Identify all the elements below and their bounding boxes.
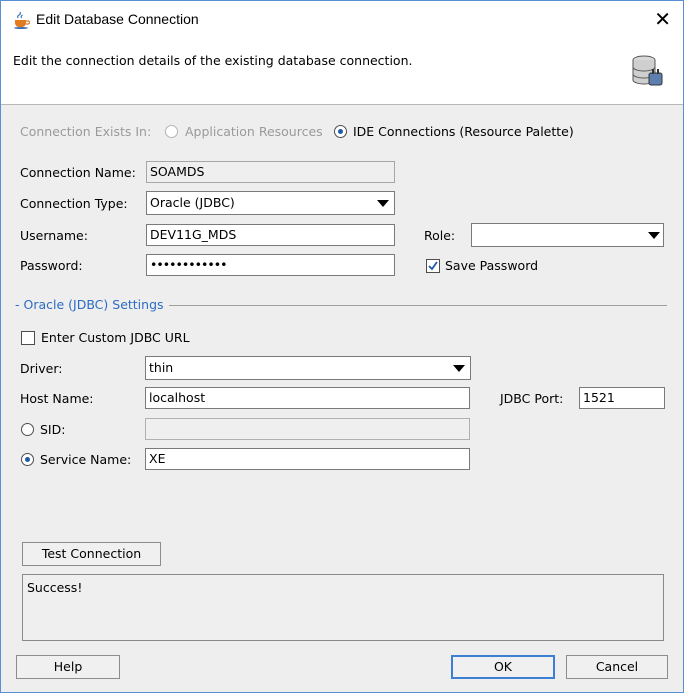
role-label: Role: (424, 228, 456, 243)
edit-database-connection-dialog: Edit Database Connection ✕ Edit the conn… (0, 0, 684, 693)
chevron-down-icon (453, 365, 465, 372)
connection-name-field[interactable]: SOAMDS (146, 161, 395, 183)
title-bar: Edit Database Connection ✕ (1, 1, 683, 39)
ok-button[interactable]: OK (451, 655, 555, 679)
window-title: Edit Database Connection (36, 11, 199, 27)
host-name-field[interactable]: localhost (145, 387, 470, 409)
section-divider (169, 305, 667, 306)
ide-connections-radio[interactable] (334, 125, 347, 138)
checkmark-icon (428, 261, 438, 271)
save-password-checkbox[interactable] (426, 259, 440, 273)
save-password-label: Save Password (445, 258, 539, 273)
sid-radio[interactable] (21, 423, 34, 436)
custom-jdbc-url-label: Enter Custom JDBC URL (41, 330, 190, 345)
test-connection-button[interactable]: Test Connection (22, 542, 161, 566)
jdbc-port-label: JDBC Port: (500, 391, 564, 406)
sid-field[interactable] (145, 418, 470, 440)
close-icon[interactable]: ✕ (654, 9, 671, 29)
role-select[interactable] (471, 223, 664, 247)
custom-jdbc-url-checkbox[interactable] (21, 331, 35, 345)
driver-value: thin (149, 360, 174, 375)
password-field[interactable]: •••••••••••• (146, 254, 395, 276)
application-resources-label: Application Resources (185, 124, 323, 139)
sid-label: SID: (40, 422, 66, 437)
service-name-radio[interactable] (21, 453, 34, 466)
jdbc-settings-section-label: - Oracle (JDBC) Settings (15, 297, 164, 312)
database-connection-icon (629, 53, 665, 92)
connection-exists-in-label: Connection Exists In: (20, 124, 152, 139)
help-button[interactable]: Help (16, 655, 120, 679)
header-description: Edit the connection details of the exist… (13, 53, 413, 68)
connection-type-value: Oracle (JDBC) (150, 195, 235, 210)
username-label: Username: (20, 228, 88, 243)
connection-type-select[interactable]: Oracle (JDBC) (146, 191, 395, 215)
chevron-down-icon (648, 232, 660, 239)
cancel-button[interactable]: Cancel (566, 655, 668, 679)
jdbc-port-field[interactable]: 1521 (579, 387, 665, 409)
password-label: Password: (20, 258, 83, 273)
ide-connections-label: IDE Connections (Resource Palette) (353, 124, 574, 139)
driver-label: Driver: (20, 361, 63, 376)
username-field[interactable]: DEV11G_MDS (146, 224, 395, 246)
service-name-field[interactable]: XE (145, 448, 470, 470)
dialog-header: Edit the connection details of the exist… (1, 39, 683, 105)
connection-type-label: Connection Type: (20, 196, 128, 211)
host-name-label: Host Name: (20, 391, 94, 406)
driver-select[interactable]: thin (145, 356, 471, 380)
chevron-down-icon (377, 200, 389, 207)
test-result-text: Success! (27, 580, 83, 595)
java-cup-icon (12, 11, 31, 32)
test-result-area: Success! (22, 574, 664, 641)
application-resources-radio[interactable] (165, 125, 178, 138)
service-name-label: Service Name: (40, 452, 132, 467)
connection-name-label: Connection Name: (20, 165, 136, 180)
